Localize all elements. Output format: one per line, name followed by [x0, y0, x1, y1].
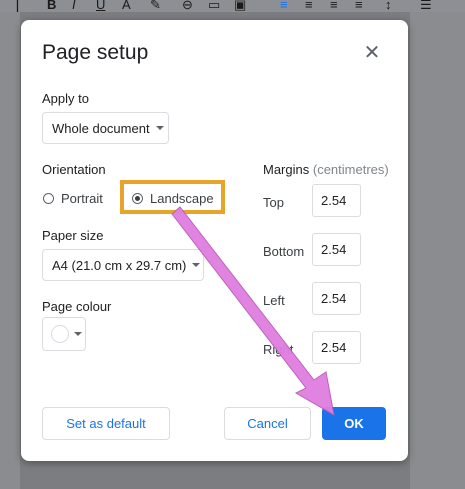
landscape-highlight-box [120, 180, 225, 214]
italic-icon[interactable]: I [72, 0, 76, 12]
justify-icon[interactable]: ≡ [355, 0, 363, 12]
margin-left-label: Left [263, 293, 285, 308]
chevron-down-icon [74, 332, 82, 336]
chevron-down-icon [192, 263, 201, 267]
close-icon[interactable]: ✕ [363, 43, 381, 63]
margin-right-label: Right [263, 342, 294, 357]
chevron-down-icon [155, 126, 164, 130]
paper-size-value: A4 (21.0 cm x 29.7 cm) [52, 257, 187, 273]
apply-to-value: Whole document [52, 120, 150, 136]
margins-label: Margins [263, 162, 310, 177]
bold-icon[interactable]: B [47, 0, 56, 12]
orientation-label: Orientation [42, 162, 106, 177]
margins-unit: (centimetres) [312, 162, 389, 177]
line-spacing-icon[interactable]: ↕ [385, 0, 392, 12]
colour-swatch [51, 325, 69, 343]
page-setup-dialog: Page setup ✕ Apply to Whole document Ori… [21, 20, 408, 461]
paper-size-label: Paper size [42, 228, 104, 243]
cancel-button[interactable]: Cancel [224, 407, 311, 440]
set-as-default-button[interactable]: Set as default [42, 407, 170, 440]
apply-to-dropdown[interactable]: Whole document [42, 112, 169, 144]
paper-size-dropdown[interactable]: A4 (21.0 cm x 29.7 cm) [42, 249, 204, 281]
ok-button[interactable]: OK [322, 407, 386, 440]
margin-right-input[interactable] [312, 331, 361, 364]
page-colour-button[interactable] [42, 317, 86, 351]
portrait-radio[interactable] [43, 193, 54, 204]
dialog-title: Page setup [42, 41, 149, 64]
margin-left-input[interactable] [312, 282, 361, 315]
text-color-icon[interactable]: A [122, 0, 131, 12]
apply-to-label: Apply to [42, 91, 89, 106]
portrait-option[interactable]: Portrait [43, 191, 103, 206]
page-colour-label: Page colour [42, 299, 112, 314]
underline-icon[interactable]: U [96, 0, 105, 12]
margins-heading: Margins (centimetres) [263, 162, 389, 177]
portrait-label: Portrait [61, 191, 103, 206]
align-center-icon[interactable]: ≡ [305, 0, 313, 12]
align-right-icon[interactable]: ≡ [330, 0, 338, 12]
document-margin-right [410, 12, 465, 489]
document-margin-left [0, 12, 20, 489]
align-left-icon[interactable]: ≡ [280, 0, 288, 12]
margin-bottom-input[interactable] [312, 233, 361, 266]
margin-top-label: Top [263, 195, 284, 210]
margin-bottom-label: Bottom [263, 244, 305, 259]
margin-top-input[interactable] [312, 184, 361, 217]
